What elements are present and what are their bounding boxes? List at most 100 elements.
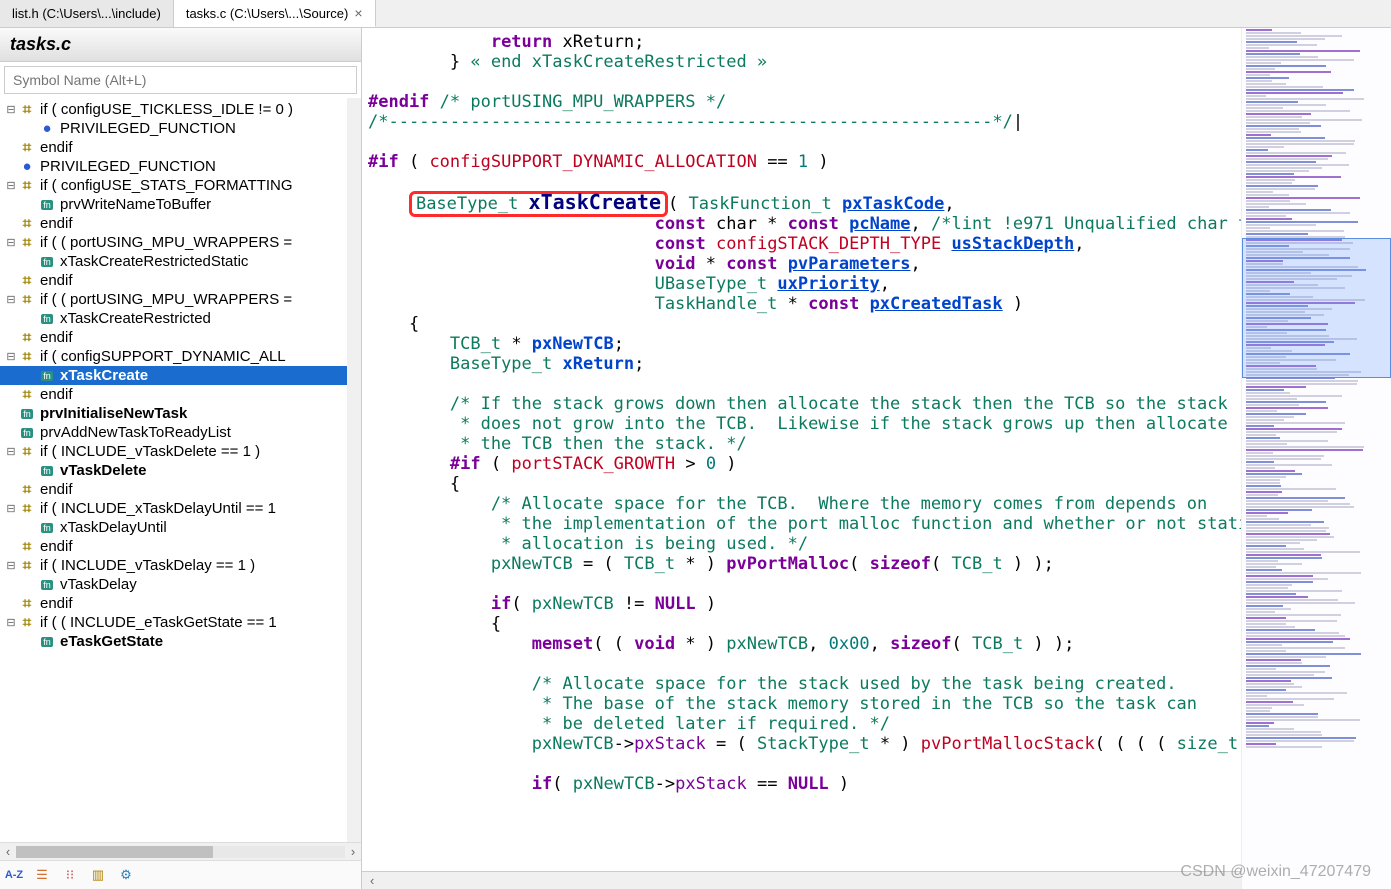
tree-item[interactable]: ⌗endif — [0, 271, 347, 290]
tree-item[interactable]: ⊟⌗if ( ( portUSING_MPU_WRAPPERS = — [0, 233, 347, 252]
nav-back-button[interactable]: ‹ — [362, 873, 382, 888]
tree-item[interactable]: fnvTaskDelete — [0, 461, 347, 480]
tree-item[interactable]: fneTaskGetState — [0, 632, 347, 651]
globe-icon: ● — [18, 159, 36, 175]
tree-item[interactable]: fnxTaskCreateRestricted — [0, 309, 347, 328]
tree-item-label: endif — [40, 386, 73, 403]
tree-vertical-scrollbar[interactable] — [347, 98, 361, 842]
scrollbar-thumb[interactable] — [16, 846, 213, 858]
hash-icon: ⌗ — [18, 216, 36, 232]
tab-tasks-c[interactable]: tasks.c (C:\Users\...\Source)× — [174, 0, 376, 27]
tree-item-label: if ( ( portUSING_MPU_WRAPPERS = — [40, 291, 292, 308]
symbol-search — [4, 66, 357, 94]
expander-icon[interactable]: ⊟ — [4, 445, 18, 458]
hash-icon: ⌗ — [18, 615, 36, 631]
func-icon: fn — [18, 425, 36, 441]
tree-item-label: endif — [40, 329, 73, 346]
tree-item[interactable]: fnvTaskDelay — [0, 575, 347, 594]
tree-item-label: if ( INCLUDE_vTaskDelay == 1 ) — [40, 557, 255, 574]
expander-icon[interactable]: ⊟ — [4, 236, 18, 249]
func-icon: fn — [38, 197, 56, 213]
expander-icon[interactable]: ⊟ — [4, 559, 18, 572]
tree-item[interactable]: ⊟⌗if ( configSUPPORT_DYNAMIC_ALL — [0, 347, 347, 366]
code-pane: return xReturn; } « end xTaskCreateRestr… — [362, 28, 1241, 889]
expander-icon[interactable]: ⊟ — [4, 103, 18, 116]
tree-item-label: xTaskCreateRestricted — [60, 310, 211, 327]
func-icon: fn — [38, 634, 56, 650]
tree-item[interactable]: fnxTaskCreate — [0, 366, 347, 385]
tree-item[interactable]: fnxTaskCreateRestrictedStatic — [0, 252, 347, 271]
tree-item-label: xTaskCreate — [60, 367, 148, 384]
expander-icon[interactable]: ⊟ — [4, 502, 18, 515]
panel-title: tasks.c — [0, 28, 361, 62]
close-icon[interactable]: × — [354, 5, 362, 21]
tree-item-label: endif — [40, 139, 73, 156]
tree-item[interactable]: ⌗endif — [0, 214, 347, 233]
tree-item[interactable]: ⌗endif — [0, 328, 347, 347]
tree-horizontal-scrollbar[interactable]: ‹ › — [0, 842, 361, 860]
hash-icon: ⌗ — [18, 444, 36, 460]
hash-icon: ⌗ — [18, 349, 36, 365]
hash-icon: ⌗ — [18, 273, 36, 289]
tree-item-label: vTaskDelay — [60, 576, 137, 593]
tab-label: list.h (C:\Users\...\include) — [12, 6, 161, 21]
scrollbar-track[interactable] — [16, 846, 345, 858]
source-code[interactable]: return xReturn; } « end xTaskCreateRestr… — [362, 28, 1241, 798]
tree-item[interactable]: fnprvWriteNameToBuffer — [0, 195, 347, 214]
tree-item[interactable]: ⌗endif — [0, 537, 347, 556]
tree-item[interactable]: ⊟⌗if ( INCLUDE_vTaskDelay == 1 ) — [0, 556, 347, 575]
tree-item[interactable]: ⊟⌗if ( INCLUDE_xTaskDelayUntil == 1 — [0, 499, 347, 518]
tree-item[interactable]: fnprvAddNewTaskToReadyList — [0, 423, 347, 442]
tree-item-label: vTaskDelete — [60, 462, 146, 479]
tree-item-label: if ( ( portUSING_MPU_WRAPPERS = — [40, 234, 292, 251]
expander-icon[interactable]: ⊟ — [4, 293, 18, 306]
panel-toolbar: A-Z ☰ ⁝⁝ ▥ ⚙ — [0, 860, 361, 889]
tree-item[interactable]: ●PRIVILEGED_FUNCTION — [0, 119, 347, 138]
minimap-viewport[interactable] — [1242, 238, 1391, 378]
expander-icon[interactable]: ⊟ — [4, 179, 18, 192]
tree-item[interactable]: fnxTaskDelayUntil — [0, 518, 347, 537]
list-view-button[interactable]: ☰ — [32, 865, 52, 885]
func-icon: fn — [38, 254, 56, 270]
tree-item-label: if ( configSUPPORT_DYNAMIC_ALL — [40, 348, 286, 365]
scroll-right-icon[interactable]: › — [345, 844, 361, 859]
tree-item[interactable]: ⊟⌗if ( configUSE_TICKLESS_IDLE != 0 ) — [0, 100, 347, 119]
minimap[interactable] — [1241, 28, 1391, 889]
tree-item[interactable]: ●PRIVILEGED_FUNCTION — [0, 157, 347, 176]
sort-az-button[interactable]: A-Z — [4, 865, 24, 885]
hash-icon: ⌗ — [18, 140, 36, 156]
tree-item[interactable]: ⌗endif — [0, 594, 347, 613]
tree-item[interactable]: ⌗endif — [0, 385, 347, 404]
hash-icon: ⌗ — [18, 330, 36, 346]
hash-icon: ⌗ — [18, 501, 36, 517]
tab-list-h[interactable]: list.h (C:\Users\...\include) — [0, 0, 174, 27]
scroll-left-icon[interactable]: ‹ — [0, 844, 16, 859]
code-scroll[interactable]: return xReturn; } « end xTaskCreateRestr… — [362, 28, 1241, 871]
tree-item-label: endif — [40, 272, 73, 289]
book-button[interactable]: ▥ — [88, 865, 108, 885]
tree-item[interactable]: ⊟⌗if ( INCLUDE_vTaskDelete == 1 ) — [0, 442, 347, 461]
hash-icon: ⌗ — [18, 178, 36, 194]
expander-icon[interactable]: ⊟ — [4, 616, 18, 629]
tree-item-label: endif — [40, 215, 73, 232]
expander-icon[interactable]: ⊟ — [4, 350, 18, 363]
func-icon: fn — [38, 577, 56, 593]
tree-item-label: if ( ( INCLUDE_eTaskGetState == 1 — [40, 614, 277, 631]
editor-bottom-bar: ‹ — [362, 871, 1241, 889]
tree-item-label: if ( INCLUDE_vTaskDelete == 1 ) — [40, 443, 260, 460]
symbol-tree[interactable]: ⊟⌗if ( configUSE_TICKLESS_IDLE != 0 )●PR… — [0, 98, 347, 842]
symbol-search-input[interactable] — [4, 66, 357, 94]
tree-view-button[interactable]: ⁝⁝ — [60, 865, 80, 885]
tree-item-label: endif — [40, 481, 73, 498]
tree-item[interactable]: ⊟⌗if ( ( INCLUDE_eTaskGetState == 1 — [0, 613, 347, 632]
hash-icon: ⌗ — [18, 596, 36, 612]
settings-button[interactable]: ⚙ — [116, 865, 136, 885]
tree-item-label: prvAddNewTaskToReadyList — [40, 424, 231, 441]
tree-item[interactable]: ⊟⌗if ( configUSE_STATS_FORMATTING — [0, 176, 347, 195]
tree-item[interactable]: fnprvInitialiseNewTask — [0, 404, 347, 423]
func-icon: fn — [38, 520, 56, 536]
tree-item[interactable]: ⌗endif — [0, 138, 347, 157]
tree-item-label: xTaskCreateRestrictedStatic — [60, 253, 248, 270]
tree-item[interactable]: ⌗endif — [0, 480, 347, 499]
tree-item[interactable]: ⊟⌗if ( ( portUSING_MPU_WRAPPERS = — [0, 290, 347, 309]
